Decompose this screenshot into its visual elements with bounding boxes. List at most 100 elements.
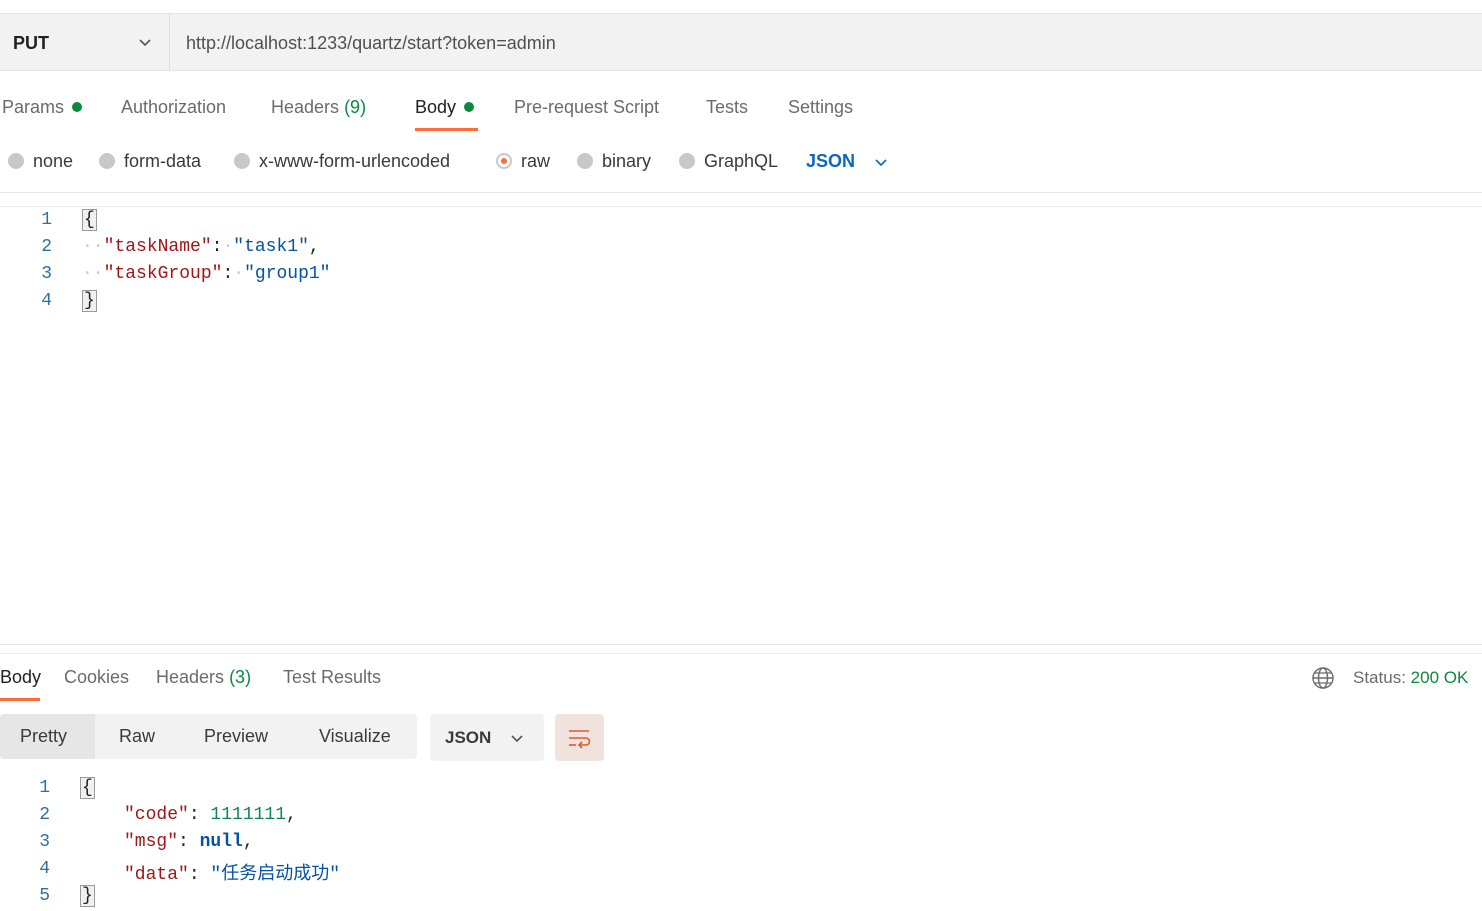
response-tab-body-label: Body: [0, 667, 42, 687]
body-format-select[interactable]: JSON: [806, 151, 855, 172]
tab-headers-label: Headers: [271, 97, 340, 117]
status-label: Status:: [1353, 668, 1406, 687]
wrap-lines-icon: [569, 730, 591, 749]
radio-binary[interactable]: binary: [577, 151, 651, 172]
pane-resizer[interactable]: [0, 644, 1482, 645]
line-number: 1: [41, 210, 52, 230]
tab-tests[interactable]: Tests: [706, 97, 748, 131]
radio-binary-label: binary: [602, 151, 652, 171]
line-number: 3: [41, 264, 52, 284]
indent-whitespace: ··: [82, 237, 104, 257]
json-value: "任务启动成功": [210, 865, 341, 885]
line-number: 1: [39, 778, 50, 798]
radio-form-data[interactable]: form-data: [99, 151, 201, 172]
radio-circle: [99, 153, 115, 169]
divider: [0, 653, 1482, 654]
tab-params[interactable]: Params: [2, 97, 83, 131]
radio-none-label: none: [33, 151, 74, 171]
tab-params-label: Params: [2, 97, 65, 117]
radio-graphql[interactable]: GraphQL: [679, 151, 778, 172]
tab-body-label: Body: [415, 97, 457, 117]
tab-headers[interactable]: Headers (9): [271, 97, 366, 131]
json-key: "taskGroup": [103, 264, 223, 284]
divider: [0, 206, 1482, 207]
response-tab-test-results-label: Test Results: [283, 667, 382, 687]
line-number: 5: [39, 886, 50, 906]
response-status: Status: 200 OK: [1353, 668, 1468, 688]
response-format-label: JSON: [445, 728, 492, 747]
json-key: "taskName": [103, 237, 212, 257]
radio-urlencoded-label: x-www-form-urlencoded: [259, 151, 451, 171]
tab-headers-count: (9): [344, 97, 367, 117]
line-number: 2: [39, 805, 50, 825]
tab-settings-label: Settings: [788, 97, 854, 117]
radio-circle-selected: [496, 153, 512, 169]
view-raw-button[interactable]: Raw: [119, 726, 155, 747]
view-preview-button[interactable]: Preview: [204, 726, 268, 747]
status-value: 200 OK: [1410, 668, 1469, 687]
open-brace: {: [80, 777, 95, 799]
json-value: 1111111: [210, 805, 287, 825]
response-tab-cookies-label: Cookies: [64, 667, 130, 687]
response-tab-test-results[interactable]: Test Results: [283, 667, 381, 688]
close-brace: }: [82, 290, 97, 312]
open-brace: {: [82, 209, 97, 231]
radio-graphql-label: GraphQL: [704, 151, 779, 171]
active-tab-indicator: [0, 698, 40, 701]
comma: ,: [286, 805, 297, 825]
response-tab-cookies[interactable]: Cookies: [64, 667, 129, 688]
globe-icon[interactable]: [1311, 666, 1335, 690]
view-visualize-button[interactable]: Visualize: [319, 726, 391, 747]
line-number: 3: [39, 832, 50, 852]
line-number: 2: [41, 237, 52, 257]
url-input[interactable]: http://localhost:1233/quartz/start?token…: [186, 33, 556, 54]
method-select[interactable]: PUT: [0, 14, 170, 70]
radio-raw[interactable]: raw: [496, 151, 550, 172]
chevron-down-icon: [139, 39, 151, 47]
json-key: "msg": [124, 832, 179, 852]
radio-circle: [577, 153, 593, 169]
chevron-down-icon: [511, 735, 523, 743]
response-tab-headers[interactable]: Headers (3): [156, 667, 251, 688]
colon: :: [178, 832, 200, 852]
active-tab-indicator: [415, 128, 478, 131]
radio-circle: [679, 153, 695, 169]
tab-authorization[interactable]: Authorization: [121, 97, 226, 131]
tab-pre-request-script[interactable]: Pre-request Script: [514, 97, 659, 131]
params-active-dot: [72, 102, 83, 112]
response-tab-headers-label: Headers: [156, 667, 225, 687]
radio-none[interactable]: none: [8, 151, 73, 172]
json-value: null: [199, 832, 243, 852]
comma: ,: [242, 832, 254, 852]
line-number: 4: [41, 291, 52, 311]
tab-authorization-label: Authorization: [121, 97, 227, 117]
body-active-dot: [464, 102, 475, 112]
json-value: "group1": [244, 264, 331, 284]
colon: :: [222, 264, 234, 284]
request-body-editor[interactable]: 1 2 3 4 { ··"taskName":·"task1", ··"task…: [0, 208, 1482, 638]
response-tab-headers-count: (3): [229, 667, 252, 687]
response-tab-body[interactable]: Body: [0, 667, 41, 688]
whitespace-marker: ·: [233, 264, 245, 284]
radio-circle: [8, 153, 24, 169]
tab-pre-request-label: Pre-request Script: [514, 97, 660, 117]
view-pretty-button[interactable]: Pretty: [20, 726, 67, 747]
tab-tests-label: Tests: [706, 97, 749, 117]
radio-raw-label: raw: [521, 151, 551, 171]
json-key: "code": [124, 805, 189, 825]
tab-body[interactable]: Body: [415, 97, 475, 131]
indent-whitespace: ··: [82, 264, 104, 284]
line-number: 4: [39, 859, 50, 879]
chevron-down-icon[interactable]: [873, 154, 889, 170]
whitespace-marker: ·: [222, 237, 234, 257]
radio-circle: [234, 153, 250, 169]
colon: :: [188, 865, 211, 885]
radio-form-data-label: form-data: [124, 151, 202, 171]
response-body-viewer[interactable]: 1 2 3 4 5 { "code": 1111111, "msg": null…: [0, 776, 1482, 911]
radio-urlencoded[interactable]: x-www-form-urlencoded: [234, 151, 450, 172]
colon: :: [188, 805, 211, 825]
colon: :: [211, 237, 223, 257]
request-url-bar: PUT http://localhost:1233/quartz/start?t…: [0, 13, 1482, 71]
comma: ,: [308, 237, 320, 257]
tab-settings[interactable]: Settings: [788, 97, 853, 131]
